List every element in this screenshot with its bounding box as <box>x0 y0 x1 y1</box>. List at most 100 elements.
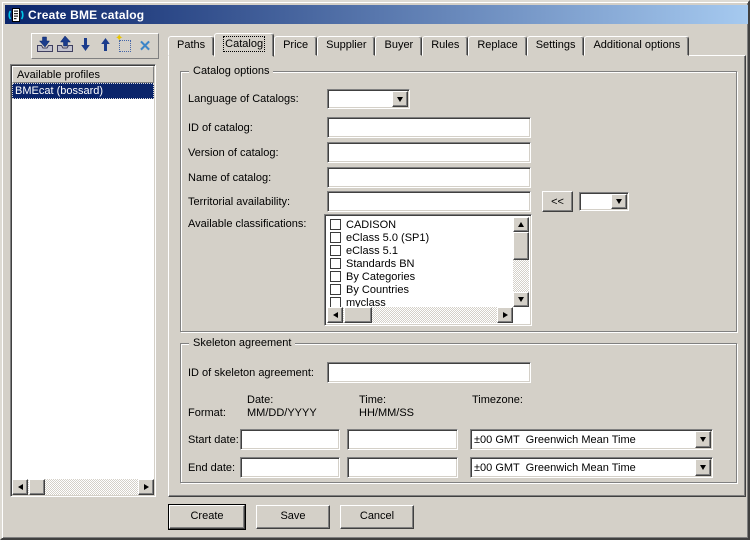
classification-label: By Countries <box>346 283 409 296</box>
start-timezone-value: ±00 GMT Greenwich Mean Time <box>474 433 636 446</box>
tab-rules[interactable]: Rules <box>422 36 469 56</box>
tab-catalog[interactable]: Catalog <box>214 33 275 57</box>
scroll-thumb[interactable] <box>344 307 372 323</box>
start-time-input[interactable] <box>347 429 458 450</box>
scroll-down-button[interactable] <box>513 292 529 307</box>
profiles-hscrollbar[interactable] <box>12 479 154 495</box>
checkbox-icon[interactable] <box>330 297 341 307</box>
move-up-button[interactable] <box>96 36 115 56</box>
language-label: Language of Catalogs: <box>188 93 299 105</box>
import-profile-button[interactable] <box>36 36 55 56</box>
start-date-input[interactable] <box>240 429 340 450</box>
checkbox-icon[interactable] <box>330 245 341 256</box>
tab-label: Price <box>283 39 309 51</box>
catalog-version-label: Version of catalog: <box>188 147 279 159</box>
tab-label: Buyer <box>384 39 414 51</box>
tab-supplier[interactable]: Supplier <box>317 36 376 56</box>
end-timezone-combo[interactable]: ±00 GMT Greenwich Mean Time <box>470 457 713 478</box>
export-profile-button[interactable] <box>56 35 75 56</box>
delete-profile-button[interactable]: ✕ <box>136 36 155 56</box>
tab-label: Supplier <box>326 39 367 51</box>
sparkle-icon: ✦ <box>115 33 124 44</box>
move-left-button[interactable]: << <box>542 191 573 212</box>
classification-label: eClass 5.1 <box>346 244 398 257</box>
classification-item[interactable]: myclass <box>327 296 513 307</box>
date-column-label: Date: <box>247 394 274 406</box>
territorial-combo[interactable] <box>579 192 629 211</box>
catalog-id-input[interactable] <box>327 117 531 138</box>
tab-replace[interactable]: Replace <box>468 36 527 56</box>
create-button[interactable]: Create <box>168 504 246 530</box>
classification-item[interactable]: Standards BN <box>327 257 513 270</box>
language-combo[interactable] <box>327 89 410 109</box>
tab-label: Catalog <box>223 36 266 52</box>
new-profile-button[interactable]: ✦ <box>115 33 135 56</box>
territorial-label: Territorial availability: <box>188 196 291 208</box>
skeleton-id-label: ID of skeleton agreement: <box>188 367 314 379</box>
cancel-button[interactable]: Cancel <box>340 505 414 529</box>
checkbox-icon[interactable] <box>330 271 341 282</box>
tab-label: Settings <box>535 39 576 51</box>
tab-settings[interactable]: Settings <box>526 36 585 56</box>
scroll-right-button[interactable] <box>138 479 154 495</box>
chevron-down-icon[interactable] <box>695 459 711 476</box>
profile-item[interactable]: BMEcat (bossard) <box>12 83 154 99</box>
up-arrow-icon <box>100 37 111 55</box>
window-icon <box>8 7 24 23</box>
end-date-input[interactable] <box>240 457 340 478</box>
classifications-vscrollbar[interactable] <box>513 217 529 307</box>
catalog-version-input[interactable] <box>327 142 531 163</box>
classification-item[interactable]: eClass 5.1 <box>327 244 513 257</box>
classification-item[interactable]: By Categories <box>327 270 513 283</box>
checkbox-icon[interactable] <box>330 258 341 269</box>
skeleton-id-input[interactable] <box>327 362 531 383</box>
down-arrow-icon <box>80 37 91 55</box>
classification-item[interactable]: CADISON <box>327 218 513 231</box>
classification-item[interactable]: By Countries <box>327 283 513 296</box>
start-date-label: Start date: <box>188 434 239 446</box>
tray-export-icon <box>56 35 74 56</box>
tab-price[interactable]: Price <box>274 36 318 56</box>
classification-item[interactable]: eClass 5.0 (SP1) <box>327 231 513 244</box>
chevron-down-icon[interactable] <box>611 194 627 209</box>
tray-import-icon <box>36 36 54 56</box>
checkbox-icon[interactable] <box>330 232 341 243</box>
scroll-thumb[interactable] <box>29 479 45 495</box>
checkbox-icon[interactable] <box>330 284 341 295</box>
classifications-label: Available classifications: <box>188 218 307 230</box>
profiles-toolbar: ✦ ✕ <box>31 33 159 59</box>
catalog-name-input[interactable] <box>327 167 531 188</box>
checkbox-icon[interactable] <box>330 219 341 230</box>
scroll-up-button[interactable] <box>513 217 529 232</box>
end-date-label: End date: <box>188 462 236 474</box>
tab-paths[interactable]: Paths <box>168 36 215 56</box>
tab-label: Paths <box>177 39 206 51</box>
chevron-down-icon[interactable] <box>695 431 711 448</box>
end-time-input[interactable] <box>347 457 458 478</box>
save-button[interactable]: Save <box>256 505 330 529</box>
chevron-down-icon[interactable] <box>392 91 408 107</box>
profiles-column-header[interactable]: Available profiles <box>12 66 154 83</box>
classifications-items: CADISON eClass 5.0 (SP1) eClass 5.1 Standar… <box>327 217 513 307</box>
classifications-hscrollbar[interactable] <box>327 307 513 323</box>
move-down-button[interactable] <box>76 36 95 56</box>
delete-x-icon: ✕ <box>138 37 152 55</box>
tab-label: Rules <box>431 39 460 51</box>
tab-buyer[interactable]: Buyer <box>375 36 423 56</box>
scroll-thumb[interactable] <box>513 232 529 260</box>
classification-label: eClass 5.0 (SP1) <box>346 231 430 244</box>
classification-label: Standards BN <box>346 257 415 270</box>
start-timezone-combo[interactable]: ±00 GMT Greenwich Mean Time <box>470 429 713 450</box>
time-column-label: Time: <box>359 394 387 406</box>
profiles-items: BMEcat (bossard) <box>12 83 154 479</box>
scroll-right-button[interactable] <box>497 307 513 323</box>
scroll-left-button[interactable] <box>12 479 28 495</box>
scroll-left-button[interactable] <box>327 307 343 323</box>
titlebar: Create BME catalog <box>5 5 748 24</box>
tab-additional-options[interactable]: Additional options <box>584 36 690 56</box>
classification-label: CADISON <box>346 218 397 231</box>
catalog-id-label: ID of catalog: <box>188 122 253 134</box>
profiles-list: Available profiles BMEcat (bossard) <box>10 64 156 497</box>
group-title: Catalog options <box>189 65 274 78</box>
territorial-input[interactable] <box>327 191 531 212</box>
